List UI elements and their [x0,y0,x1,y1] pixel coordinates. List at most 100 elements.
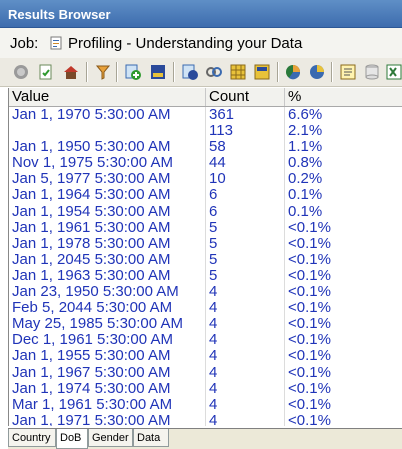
count-cell: 58 [209,138,226,156]
table-row[interactable]: Jan 1, 1971 5:30:00 AM 4 <0.1% [9,411,402,426]
table-row[interactable]: 113 2.1% [9,123,402,139]
value-cell: Jan 1, 1950 5:30:00 AM [12,138,171,156]
percent-cell: <0.1% [288,379,331,397]
count-cell: 5 [209,234,218,252]
tab-data[interactable]: Data [133,429,169,447]
window-title: Results Browser [8,7,111,22]
toolbar [0,58,402,87]
toolbar-separator [277,62,279,82]
value-cell: Jan 1, 1955 5:30:00 AM [12,347,171,365]
table-row[interactable]: Dec 1, 1961 5:30:00 AM 4 <0.1% [9,332,402,348]
table-row[interactable]: Mar 1, 1961 5:30:00 AM 4 <0.1% [9,395,402,413]
value-cell: Jan 1, 1978 5:30:00 AM [12,234,171,252]
link-icon[interactable] [205,63,223,81]
percent-cell: 6.6% [288,106,323,123]
value-cell: Jan 1, 1967 5:30:00 AM [12,363,171,381]
table-row[interactable]: Jan 1, 1978 5:30:00 AM 5 <0.1% [9,234,402,252]
table-row[interactable]: Jan 1, 1974 5:30:00 AM 4 <0.1% [9,379,402,397]
percent-cell: <0.1% [288,266,331,284]
toolbar-separator [86,62,88,82]
job-bar: Job: Profiling - Understanding your Data [0,28,402,58]
count-cell: 4 [209,379,218,397]
count-cell: 4 [209,331,218,349]
add-icon[interactable] [124,63,142,81]
pie-chart-icon[interactable] [284,63,302,81]
tab-dob[interactable]: DoB [56,429,88,449]
database-icon[interactable] [363,63,381,81]
export-icon[interactable] [149,63,167,81]
count-cell: 361 [209,106,235,123]
table-row[interactable]: Nov 1, 1975 5:30:00 AM 44 0.8% [9,155,402,171]
count-cell: 113 [209,122,233,140]
percent-cell: <0.1% [288,234,331,252]
value-cell: Jan 5, 1977 5:30:00 AM [12,170,171,188]
table-row[interactable]: Jan 1, 1963 5:30:00 AM 5 <0.1% [9,266,402,284]
table-row[interactable]: Jan 1, 1964 5:30:00 AM 6 0.1% [9,187,402,203]
value-cell: Mar 1, 1961 5:30:00 AM [12,395,173,413]
table-row[interactable]: Jan 1, 1967 5:30:00 AM 4 <0.1% [9,363,402,381]
column-header-value[interactable]: Value [9,88,206,106]
percent-cell: 1.1% [288,138,323,156]
filter-icon[interactable] [94,63,112,81]
table-row[interactable]: Feb 5, 2044 5:30:00 AM 4 <0.1% [9,300,402,316]
table-row[interactable]: Jan 23, 1950 5:30:00 AM 4 <0.1% [9,284,402,300]
table-row[interactable]: May 25, 1985 5:30:00 AM 4 <0.1% [9,316,402,332]
chart-icon[interactable] [308,63,326,81]
home-icon[interactable] [62,63,80,81]
grid-rows: Jan 1, 1970 5:30:00 AM 361 6.6% 113 2.1% Jan … [9,107,402,427]
stop-icon[interactable] [12,63,30,81]
report-icon[interactable] [339,63,357,81]
percent-cell: <0.1% [288,347,331,365]
tab-country[interactable]: Country [8,429,56,447]
percent-cell: 0.8% [288,154,323,172]
count-cell: 6 [209,202,218,220]
table-icon[interactable] [253,63,271,81]
count-cell: 6 [209,186,218,204]
table-row[interactable]: Jan 1, 1954 5:30:00 AM 6 0.1% [9,202,402,220]
grid-icon[interactable] [229,63,247,81]
value-cell: May 25, 1985 5:30:00 AM [12,315,183,333]
count-cell: 4 [209,315,218,333]
job-label: Job: [10,35,39,52]
job-name[interactable]: Profiling - Understanding your Data [68,35,302,52]
percent-cell: <0.1% [288,250,331,268]
table-row[interactable]: Jan 1, 1970 5:30:00 AM 361 6.6% [9,107,402,123]
percent-cell: <0.1% [288,395,331,413]
table-row[interactable]: Jan 1, 2045 5:30:00 AM 5 <0.1% [9,250,402,268]
table-row[interactable]: Jan 1, 1955 5:30:00 AM 4 <0.1% [9,348,402,364]
count-cell: 10 [209,170,226,188]
percent-cell: <0.1% [288,331,331,349]
percent-cell: <0.1% [288,363,331,381]
results-grid[interactable]: Value Count % Jan 1, 1970 5:30:00 AM 361 6… [8,88,402,426]
percent-cell: <0.1% [288,315,331,333]
refresh-icon[interactable] [37,63,55,81]
value-cell: Feb 5, 2044 5:30:00 AM [12,299,173,317]
count-cell: 4 [209,299,218,317]
value-cell: Jan 1, 1963 5:30:00 AM [12,266,171,284]
percent-cell: <0.1% [288,411,331,426]
sheet-tabs: Country DoB Gender Data [8,428,402,449]
count-cell: 5 [209,218,218,236]
table-row[interactable]: Jan 5, 1977 5:30:00 AM 10 0.2% [9,171,402,187]
tab-gender[interactable]: Gender [88,429,133,447]
excel-icon[interactable] [386,63,402,81]
toolbar-separator [116,62,118,82]
table-row[interactable]: Jan 1, 1961 5:30:00 AM 5 <0.1% [9,218,402,236]
column-header-count[interactable]: Count [206,88,285,106]
grid-header: Value Count % [9,88,402,107]
percent-cell: <0.1% [288,299,331,317]
value-cell: Dec 1, 1961 5:30:00 AM [12,331,173,349]
window-titlebar: Results Browser [0,0,402,28]
column-header-percent[interactable]: % [285,88,402,106]
count-cell: 44 [209,154,226,172]
value-cell: Jan 1, 1971 5:30:00 AM [12,411,171,426]
table-row[interactable]: Jan 1, 1950 5:30:00 AM 58 1.1% [9,139,402,155]
job-document-icon [50,36,62,50]
toolbar-separator [331,62,333,82]
count-cell: 4 [209,283,218,301]
value-cell: Jan 23, 1950 5:30:00 AM [12,283,179,301]
drill-icon[interactable] [181,63,199,81]
percent-cell: <0.1% [288,283,331,301]
percent-cell: 0.1% [288,186,323,204]
count-cell: 5 [209,250,218,268]
